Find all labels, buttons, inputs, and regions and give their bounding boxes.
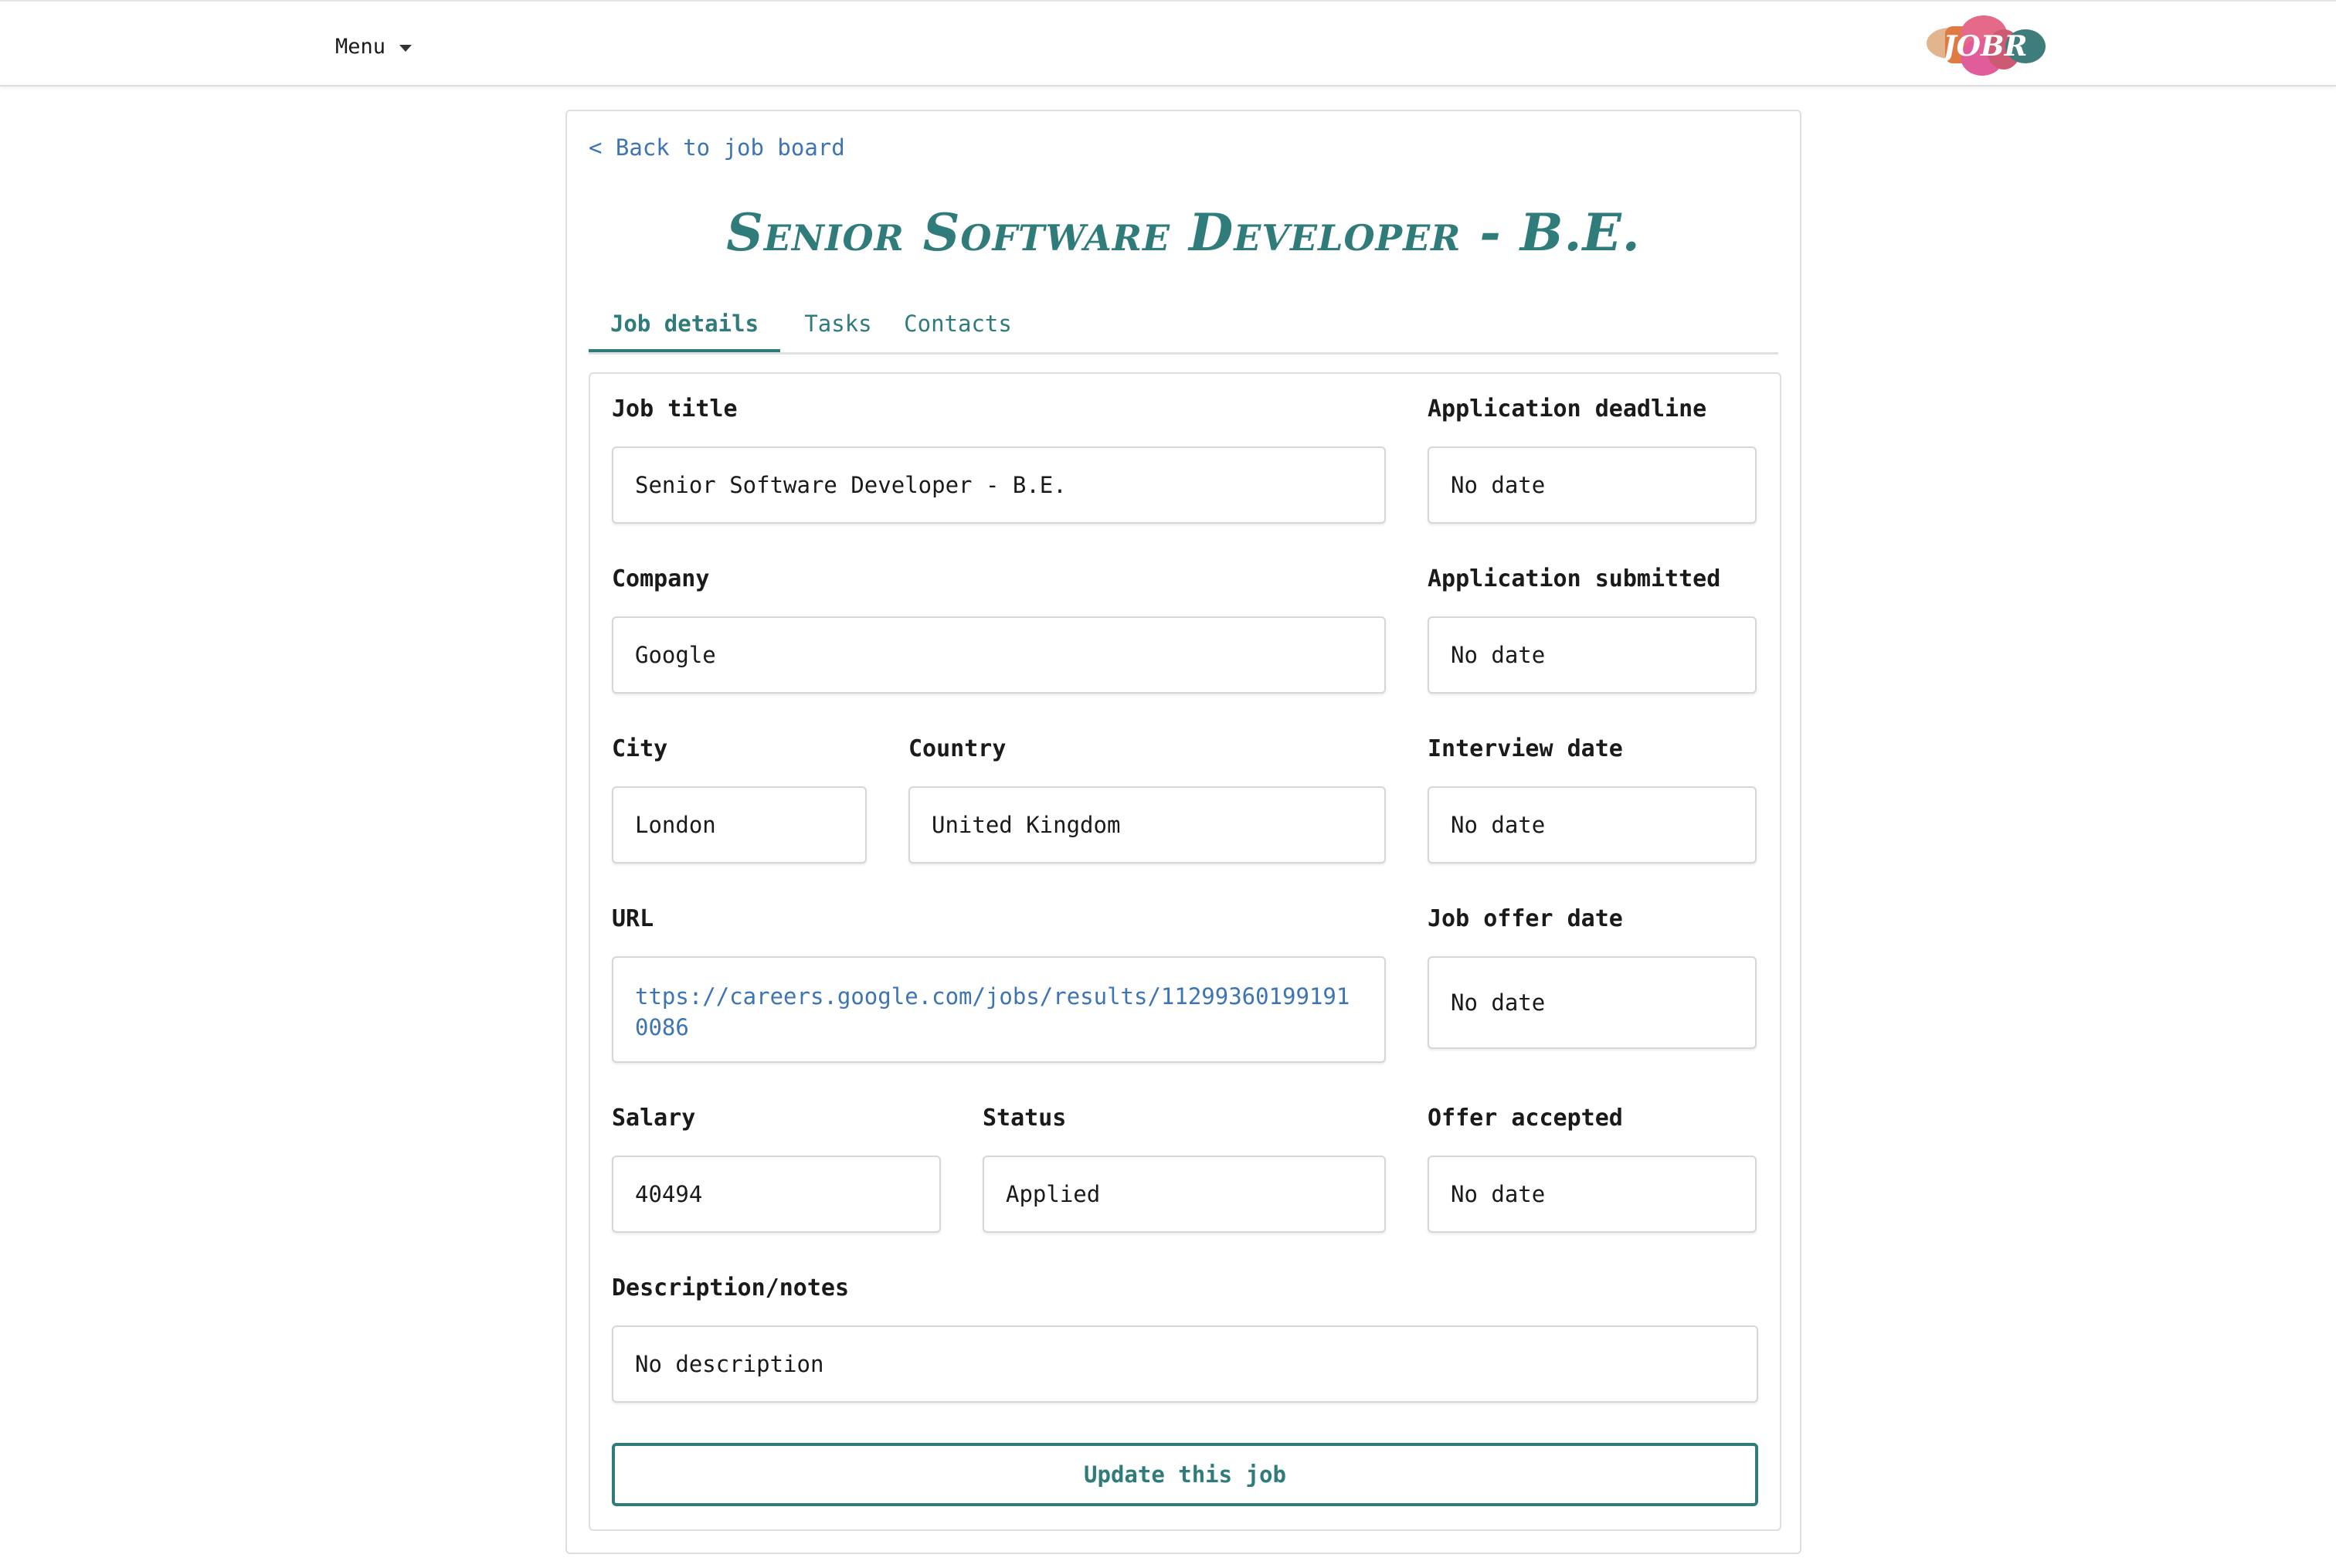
tab-contacts[interactable]: Contacts bbox=[896, 297, 1020, 352]
tab-bar: Job details Tasks Contacts bbox=[589, 297, 1778, 355]
menu-label: Menu bbox=[335, 34, 386, 59]
description-label: Description/notes bbox=[612, 1274, 850, 1302]
menu-dropdown-button[interactable]: Menu bbox=[335, 31, 413, 62]
salary-field[interactable]: 40494 bbox=[612, 1156, 941, 1233]
job-title-field[interactable]: Senior Software Developer - B.E. bbox=[612, 446, 1386, 524]
offer-accepted-field[interactable]: No date bbox=[1428, 1156, 1757, 1233]
url-field[interactable]: ttps://careers.google.com/jobs/results/1… bbox=[612, 956, 1386, 1063]
company-field[interactable]: Google bbox=[612, 616, 1386, 694]
job-offer-date-label: Job offer date bbox=[1428, 905, 1623, 932]
page-title: Senior Software Developer - B.E. bbox=[726, 202, 1641, 263]
jobr-logo[interactable]: JOBR bbox=[1923, 11, 2047, 80]
tab-job-details[interactable]: Job details bbox=[589, 297, 780, 352]
application-deadline-label: Application deadline bbox=[1428, 395, 1707, 423]
salary-label: Salary bbox=[612, 1105, 696, 1132]
caret-down-icon bbox=[399, 44, 413, 52]
job-details-form: Job title Senior Software Developer - B.… bbox=[589, 372, 1781, 1531]
back-to-job-board-link[interactable]: < Back to job board bbox=[589, 134, 845, 161]
interview-date-field[interactable]: No date bbox=[1428, 786, 1757, 864]
interview-date-label: Interview date bbox=[1428, 735, 1623, 762]
city-label: City bbox=[612, 735, 668, 762]
country-field[interactable]: United Kingdom bbox=[908, 786, 1386, 864]
job-title-label: Job title bbox=[612, 395, 738, 423]
update-job-button[interactable]: Update this job bbox=[612, 1443, 1758, 1506]
url-label: URL bbox=[612, 905, 654, 932]
application-submitted-label: Application submitted bbox=[1428, 565, 1721, 592]
job-offer-date-field[interactable]: No date bbox=[1428, 956, 1757, 1049]
application-submitted-field[interactable]: No date bbox=[1428, 616, 1757, 694]
company-label: Company bbox=[612, 565, 710, 592]
logo-text: JOBR bbox=[1939, 30, 2028, 63]
application-deadline-field[interactable]: No date bbox=[1428, 446, 1757, 524]
tab-tasks[interactable]: Tasks bbox=[793, 297, 884, 352]
offer-accepted-label: Offer accepted bbox=[1428, 1105, 1623, 1132]
job-detail-card: < Back to job board Senior Software Deve… bbox=[565, 110, 1801, 1554]
top-navbar: Menu JOBR bbox=[0, 0, 2336, 87]
status-field[interactable]: Applied bbox=[983, 1156, 1386, 1233]
city-field[interactable]: London bbox=[612, 786, 867, 864]
description-field[interactable]: No description bbox=[612, 1325, 1758, 1403]
country-label: Country bbox=[908, 735, 1007, 762]
status-label: Status bbox=[983, 1105, 1067, 1132]
